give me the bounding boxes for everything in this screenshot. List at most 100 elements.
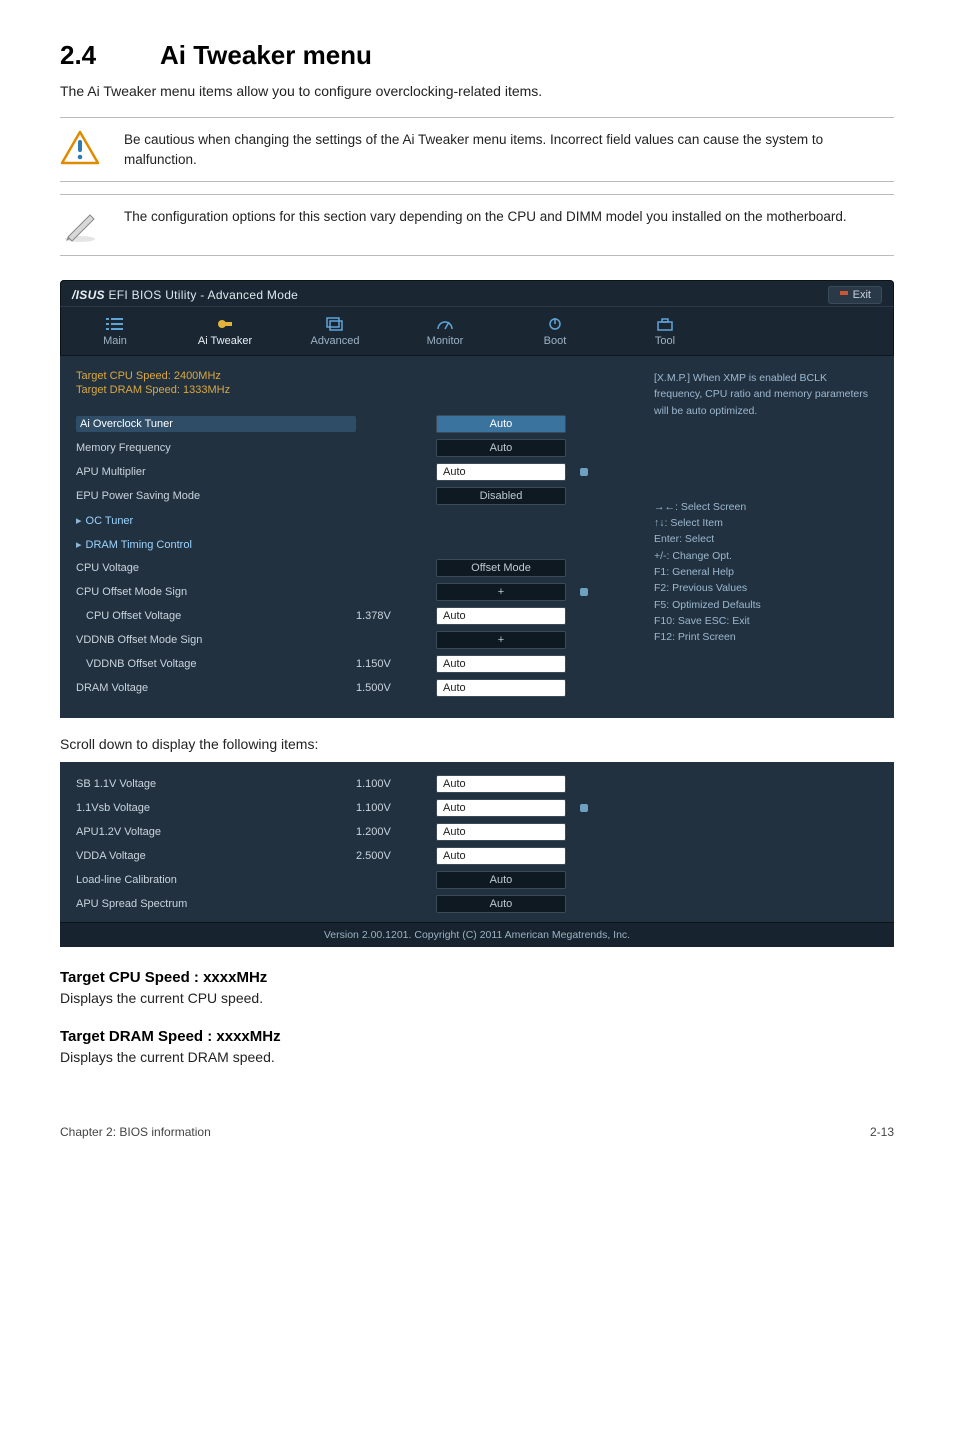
- pen-icon: [60, 207, 100, 243]
- target-dram-info: Target DRAM Speed: 1333MHz: [76, 384, 634, 396]
- key-hint: ↑↓: Select Item: [654, 515, 878, 531]
- info-note: The configuration options for this secti…: [60, 194, 894, 256]
- memory-freq-field[interactable]: Auto: [436, 439, 566, 457]
- tab-tool[interactable]: Tool: [610, 307, 720, 355]
- key-hint: Enter: Select: [654, 531, 878, 547]
- scroll-description: Scroll down to display the following ite…: [60, 736, 894, 752]
- caution-text: Be cautious when changing the settings o…: [124, 130, 894, 169]
- cpu-voltage[interactable]: CPU Voltage: [76, 562, 356, 574]
- cpu-offset-sign[interactable]: CPU Offset Mode Sign: [76, 586, 356, 598]
- bios-logo: /ISUS EFI BIOS Utility - Advanced Mode: [72, 288, 298, 302]
- oc-tuner[interactable]: ▸ OC Tuner: [76, 514, 356, 527]
- tab-boot[interactable]: Boot: [500, 307, 610, 355]
- vddnb-sign-field[interactable]: +: [436, 631, 566, 649]
- vdda-field[interactable]: Auto: [436, 847, 566, 865]
- scroll-thumb[interactable]: [580, 468, 588, 476]
- intro-text: The Ai Tweaker menu items allow you to c…: [60, 83, 894, 99]
- scroll-thumb[interactable]: [580, 588, 588, 596]
- section-name: Ai Tweaker menu: [160, 40, 372, 70]
- tab-boot-label: Boot: [544, 335, 567, 347]
- ai-oc-tuner[interactable]: Ai Overclock Tuner: [76, 416, 356, 432]
- dram-v-read: 1.500V: [356, 682, 436, 694]
- tab-main-label: Main: [103, 335, 127, 347]
- help-text: [X.M.P.] When XMP is enabled BCLK freque…: [654, 370, 878, 419]
- cpu-v-field[interactable]: Offset Mode: [436, 559, 566, 577]
- apu-ss-field[interactable]: Auto: [436, 895, 566, 913]
- power-icon: [546, 317, 564, 331]
- vddnb-v-field[interactable]: Auto: [436, 655, 566, 673]
- bios-screenshot: /ISUS EFI BIOS Utility - Advanced Mode E…: [60, 280, 894, 718]
- bios-screenshot-scrolled: SB 1.1V Voltage1.100VAuto 1.1Vsb Voltage…: [60, 762, 894, 947]
- cpu-off-v-field[interactable]: Auto: [436, 607, 566, 625]
- section-number: 2.4: [60, 40, 160, 71]
- dram-v-field[interactable]: Auto: [436, 679, 566, 697]
- tab-ai-label: Ai Tweaker: [198, 335, 252, 347]
- vdda-v[interactable]: VDDA Voltage: [76, 850, 356, 862]
- key-hint: F10: Save ESC: Exit: [654, 613, 878, 629]
- key-hint: →←: Select Screen: [654, 499, 878, 515]
- apu12-read: 1.200V: [356, 826, 436, 838]
- list-icon: [106, 317, 124, 331]
- version-bar: Version 2.00.1201. Copyright (C) 2011 Am…: [60, 922, 894, 947]
- bios-tabs: Main Ai Tweaker Advanced Monitor Boot To…: [60, 306, 894, 356]
- target-cpu-desc: Displays the current CPU speed.: [60, 990, 894, 1006]
- epu-field[interactable]: Disabled: [436, 487, 566, 505]
- vddnb-v[interactable]: VDDNB Offset Voltage: [76, 658, 356, 670]
- bios-title: EFI BIOS Utility - Advanced Mode: [108, 288, 298, 302]
- cpu-off-sign-field[interactable]: +: [436, 583, 566, 601]
- tab-main[interactable]: Main: [60, 307, 170, 355]
- tab-monitor[interactable]: Monitor: [390, 307, 500, 355]
- key-hint: F12: Print Screen: [654, 629, 878, 645]
- apu-mult-field[interactable]: Auto: [436, 463, 566, 481]
- chevron-right-icon: ▸: [76, 515, 82, 527]
- vsb11-field[interactable]: Auto: [436, 799, 566, 817]
- layers-icon: [326, 317, 344, 331]
- tab-mon-label: Monitor: [427, 335, 464, 347]
- vddnb-read: 1.150V: [356, 658, 436, 670]
- apu-12v[interactable]: APU1.2V Voltage: [76, 826, 356, 838]
- target-dram-heading: Target DRAM Speed : xxxxMHz: [60, 1028, 894, 1045]
- caution-note: Be cautious when changing the settings o…: [60, 117, 894, 182]
- chevron-right-icon: ▸: [76, 539, 82, 551]
- key-hint: +/-: Change Opt.: [654, 548, 878, 564]
- vsb11-read: 1.100V: [356, 802, 436, 814]
- key-hint: F2: Previous Values: [654, 580, 878, 596]
- sb-11v[interactable]: SB 1.1V Voltage: [76, 778, 356, 790]
- tab-advanced[interactable]: Advanced: [280, 307, 390, 355]
- load-line-cal[interactable]: Load-line Calibration: [76, 874, 356, 886]
- sb11-field[interactable]: Auto: [436, 775, 566, 793]
- monitor-icon: [436, 317, 454, 331]
- sb11-read: 1.100V: [356, 778, 436, 790]
- vsb-11[interactable]: 1.1Vsb Voltage: [76, 802, 356, 814]
- oc-tuner-label: OC Tuner: [86, 515, 134, 527]
- apu12-field[interactable]: Auto: [436, 823, 566, 841]
- scroll-thumb[interactable]: [580, 804, 588, 812]
- vddnb-sign[interactable]: VDDNB Offset Mode Sign: [76, 634, 356, 646]
- footer-chapter: Chapter 2: BIOS information: [60, 1125, 211, 1139]
- ai-oc-field[interactable]: Auto: [436, 415, 566, 433]
- target-dram-desc: Displays the current DRAM speed.: [60, 1049, 894, 1065]
- cpu-off-read: 1.378V: [356, 610, 436, 622]
- vdda-read: 2.500V: [356, 850, 436, 862]
- exit-button[interactable]: Exit: [828, 286, 882, 304]
- epu-mode[interactable]: EPU Power Saving Mode: [76, 490, 356, 502]
- toolbox-icon: [656, 317, 674, 331]
- wrench-icon: [216, 317, 234, 331]
- dram-voltage[interactable]: DRAM Voltage: [76, 682, 356, 694]
- dram-timing[interactable]: ▸ DRAM Timing Control: [76, 538, 356, 551]
- section-title: 2.4Ai Tweaker menu: [60, 40, 894, 71]
- target-cpu-heading: Target CPU Speed : xxxxMHz: [60, 969, 894, 986]
- tab-adv-label: Advanced: [311, 335, 360, 347]
- memory-freq[interactable]: Memory Frequency: [76, 442, 356, 454]
- tab-ai-tweaker[interactable]: Ai Tweaker: [170, 307, 280, 355]
- cpu-offset-v[interactable]: CPU Offset Voltage: [76, 610, 356, 622]
- footer-page: 2-13: [870, 1125, 894, 1139]
- apu-multiplier[interactable]: APU Multiplier: [76, 466, 356, 478]
- dram-timing-label: DRAM Timing Control: [86, 539, 192, 551]
- page-footer: Chapter 2: BIOS information 2-13: [60, 1125, 894, 1139]
- apu-spread[interactable]: APU Spread Spectrum: [76, 898, 356, 910]
- key-hint: F5: Optimized Defaults: [654, 597, 878, 613]
- llc-field[interactable]: Auto: [436, 871, 566, 889]
- info-text: The configuration options for this secti…: [124, 207, 894, 227]
- exit-label: Exit: [853, 289, 871, 301]
